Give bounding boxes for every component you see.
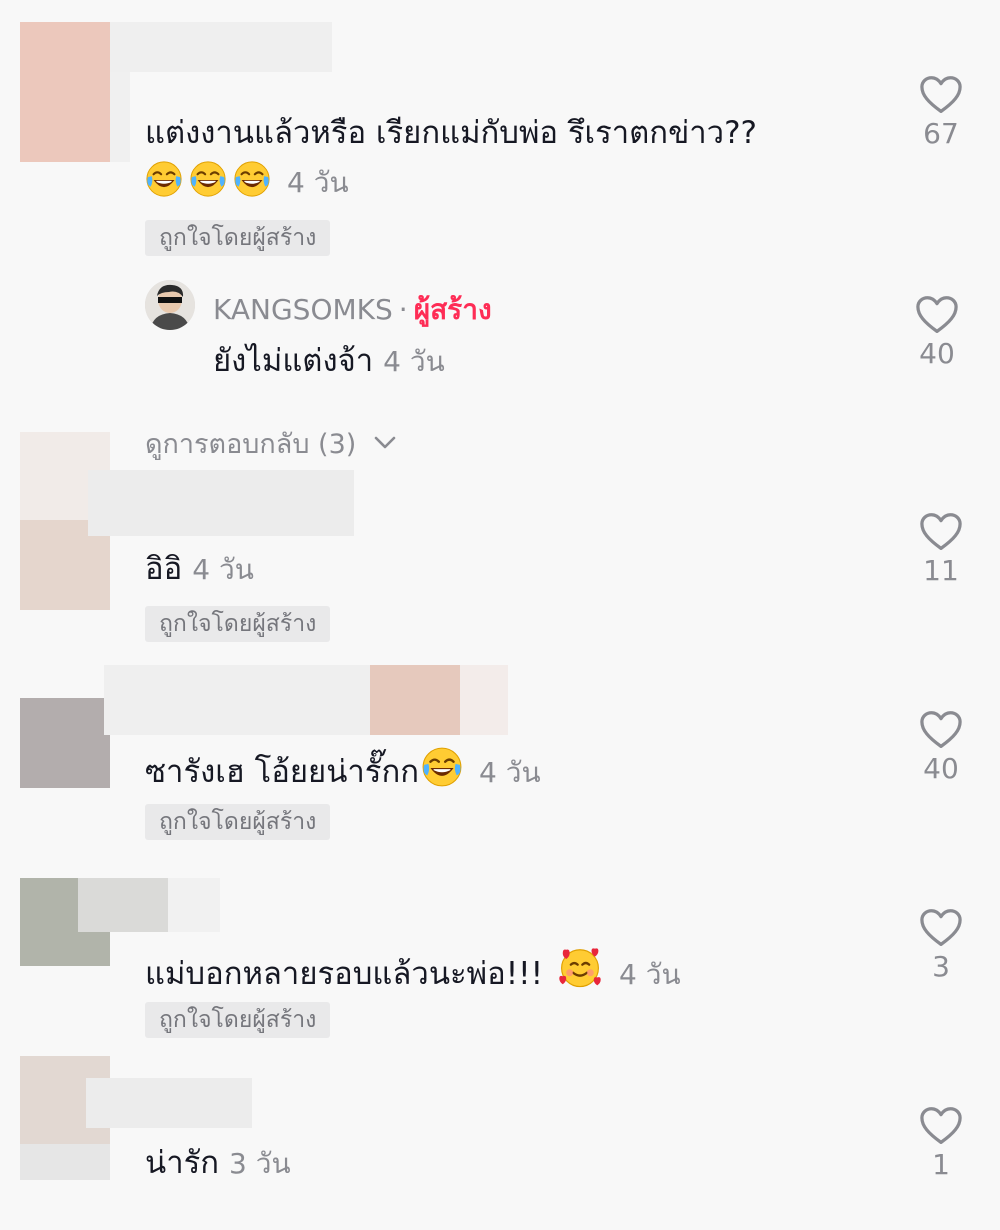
reply-text-line: ยังไม่แต่งจ้า 4 วัน [213, 340, 445, 383]
like-button[interactable]: 3 [906, 908, 976, 984]
heart-outline-icon [919, 75, 963, 115]
laugh-emoji [233, 160, 271, 198]
liked-by-creator-badge: ถูกใจโดยผู้สร้าง [145, 220, 331, 256]
like-count: 1 [932, 1148, 950, 1181]
liked-by-creator-badge: ถูกใจโดยผู้สร้าง [145, 1002, 331, 1038]
separator-dot: · [398, 293, 408, 326]
username-blurred [460, 665, 508, 735]
like-count: 3 [932, 950, 950, 983]
username-blurred [168, 878, 220, 932]
comment-emoji-line: 4 วัน [145, 160, 349, 204]
reply-text: ยังไม่แต่งจ้า [213, 343, 374, 379]
liked-by-creator-badge: ถูกใจโดยผู้สร้าง [145, 606, 331, 642]
username-blurred[interactable] [88, 470, 354, 536]
creator-label: ผู้สร้าง [413, 293, 492, 326]
comment-text-line: อิอิ 4 วัน [145, 548, 254, 591]
like-count: 11 [923, 554, 959, 587]
avatar [20, 1144, 110, 1180]
username-blurred [370, 665, 460, 735]
username-blurred[interactable] [78, 878, 168, 932]
comment-text: น่ารัก [145, 1145, 220, 1181]
like-button[interactable]: 11 [906, 512, 976, 588]
comment-time: 4 วัน [619, 958, 681, 991]
view-replies-label: ดูการตอบกลับ (3) [145, 429, 357, 460]
comment-time: 3 วัน [229, 1147, 291, 1180]
creator-avatar[interactable] [145, 280, 195, 330]
like-count: 40 [919, 337, 955, 370]
username-blurred [110, 72, 130, 162]
comment-text: แม่บอกหลายรอบแล้วนะพ่อ!!! [145, 956, 543, 992]
like-button[interactable]: 40 [906, 710, 976, 786]
username-blurred[interactable] [110, 22, 332, 72]
avatar[interactable] [20, 698, 110, 788]
reply-username[interactable]: KANGSOMKS [213, 293, 393, 326]
comment-text-line: ซารังเฮ โอ้ยยน่ารั๊กก 4 วัน [145, 746, 541, 794]
comment-text: อิอิ [145, 551, 183, 587]
like-button[interactable]: 67 [906, 75, 976, 151]
comment-time: 4 วัน [479, 756, 541, 789]
heart-outline-icon [919, 1106, 963, 1146]
person-avatar-icon [145, 280, 195, 330]
like-count: 67 [923, 117, 959, 150]
reply-time: 4 วัน [383, 345, 445, 378]
like-count: 40 [923, 752, 959, 785]
liked-by-creator-badge: ถูกใจโดยผู้สร้าง [145, 804, 331, 840]
heart-outline-icon [919, 710, 963, 750]
laugh-emoji [189, 160, 227, 198]
comment-text-line: แม่บอกหลายรอบแล้วนะพ่อ!!! 4 วัน [145, 944, 681, 996]
heart-outline-icon [919, 512, 963, 552]
comment-time: 4 วัน [287, 166, 349, 199]
comment-text-line: น่ารัก 3 วัน [145, 1142, 291, 1185]
heart-outline-icon [919, 908, 963, 948]
view-replies-button[interactable]: ดูการตอบกลับ (3) [145, 422, 397, 465]
laugh-emoji [421, 746, 463, 788]
avatar[interactable] [20, 22, 110, 162]
username-blurred[interactable] [86, 1078, 252, 1128]
like-button[interactable]: 1 [906, 1106, 976, 1182]
smiling-face-with-hearts-emoji [557, 944, 603, 990]
username-blurred[interactable] [104, 665, 370, 735]
comment-time: 4 วัน [192, 553, 254, 586]
chevron-down-icon [374, 436, 396, 449]
comment-text: แต่งงานแล้วหรือ เรียกแม่กับพ่อ รึเราตกข่… [145, 115, 757, 151]
heart-outline-icon [915, 295, 959, 335]
reply-header: KANGSOMKS · ผู้สร้าง [213, 288, 492, 332]
comment-text: ซารังเฮ โอ้ยยน่ารั๊กก [145, 754, 419, 790]
laugh-emoji [145, 160, 183, 198]
like-button[interactable]: 40 [902, 295, 972, 371]
